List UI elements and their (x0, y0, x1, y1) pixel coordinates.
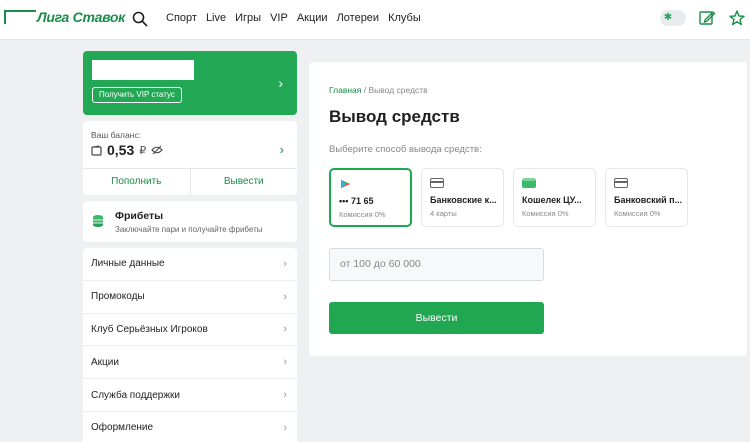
balance-label: Ваш баланс: (91, 130, 141, 140)
menu-item-support[interactable]: Служба поддержки › (83, 379, 297, 412)
breadcrumb-home[interactable]: Главная (329, 85, 361, 95)
chevron-right-icon: › (283, 290, 287, 303)
menu-item-serious-players-club[interactable]: Клуб Серьёзных Игроков › (83, 314, 297, 347)
deposit-button[interactable]: Пополнить (83, 169, 191, 195)
sun-icon: ✱ (663, 12, 673, 23)
chevron-right-icon: › (283, 323, 287, 336)
get-vip-button[interactable]: Получить VIP статус (92, 87, 182, 103)
menu-item-label: Акции (91, 356, 119, 368)
chevron-right-icon: › (283, 389, 287, 402)
bank-card-icon (614, 178, 628, 188)
withdraw-panel: Главная / Вывод средств Вывод средств Вы… (309, 62, 747, 356)
method-commission: Комиссия 0% (522, 209, 569, 218)
balance-actions: Пополнить Вывести (83, 168, 297, 195)
balance-amount: 0,53 (107, 142, 135, 158)
freebets-coins-icon (93, 215, 103, 227)
header-actions: ✱ (660, 9, 746, 27)
balance-row: 0,53 ₽ (91, 142, 163, 158)
method-name: Кошелек ЦУ... (522, 195, 582, 205)
balance-chevron-icon[interactable]: › (280, 142, 284, 157)
method-name: Банковский п... (614, 195, 683, 205)
coupon-edit-icon[interactable] (698, 9, 716, 27)
payment-method-bank-cards[interactable]: Банковские к... 4 карты (421, 168, 504, 227)
freebets-card[interactable]: Фрибеты Заключайте пари и получайте фриб… (83, 201, 297, 242)
breadcrumb: Главная / Вывод средств (329, 85, 428, 95)
eye-off-icon[interactable] (151, 145, 163, 155)
payment-methods: ••• 71 65 Комиссия 0% Банковские к... 4 … (329, 168, 688, 227)
payment-method-wallet[interactable]: Кошелек ЦУ... Комиссия 0% (513, 168, 596, 227)
withdraw-submit-button[interactable]: Вывести (329, 302, 544, 334)
user-name-redacted (92, 60, 194, 80)
menu-item-personal-data[interactable]: Личные данные › (83, 248, 297, 281)
menu-item-label: Оформление (91, 422, 154, 434)
chevron-right-icon: › (278, 75, 283, 91)
menu-item-label: Клуб Серьёзных Игроков (91, 323, 208, 335)
menu-item-promocodes[interactable]: Промокоды › (83, 281, 297, 314)
method-hint: Выберите способ вывода средств: (329, 144, 482, 155)
page-title: Вывод средств (329, 107, 460, 126)
search-icon[interactable] (132, 11, 148, 27)
payment-method-card[interactable]: ••• 71 65 Комиссия 0% (329, 168, 412, 227)
method-name: Банковские к... (430, 195, 497, 205)
logo[interactable]: Лига Ставок (4, 9, 125, 25)
bank-card-icon (430, 178, 444, 188)
nav-lotteries[interactable]: Лотереи (337, 12, 380, 24)
nav-sport[interactable]: Спорт (166, 12, 197, 24)
nav-vip[interactable]: VIP (270, 12, 288, 24)
method-commission: Комиссия 0% (339, 210, 386, 219)
menu-item-label: Служба поддержки (91, 389, 181, 401)
star-icon[interactable] (728, 9, 746, 27)
vip-card[interactable]: Получить VIP статус › (83, 51, 297, 115)
menu-item-promotions[interactable]: Акции › (83, 346, 297, 380)
payment-play-icon (341, 179, 351, 189)
top-header: Лига Ставок Спорт Live Игры VIP Акции Ло… (0, 0, 750, 40)
method-sub: 4 карты (430, 209, 457, 218)
wallet-icon (522, 178, 536, 188)
chevron-right-icon: › (283, 356, 287, 369)
balance-currency: ₽ (139, 144, 147, 157)
freebets-subtitle: Заключайте пари и получайте фрибеты (115, 225, 263, 234)
main-nav: Спорт Live Игры VIP Акции Лотереи Клубы (166, 12, 421, 24)
nav-clubs[interactable]: Клубы (388, 12, 421, 24)
nav-live[interactable]: Live (206, 12, 226, 24)
chevron-right-icon: › (283, 421, 287, 434)
chevron-right-icon: › (283, 257, 287, 270)
withdraw-button[interactable]: Вывести (191, 169, 298, 195)
menu-item-label: Промокоды (91, 291, 145, 303)
payment-method-bank-transfer[interactable]: Банковский п... Комиссия 0% (605, 168, 688, 227)
breadcrumb-separator: / (363, 85, 367, 95)
freebets-title: Фрибеты (115, 210, 164, 222)
logo-mark-icon (4, 10, 36, 24)
menu-item-label: Личные данные (91, 258, 165, 270)
nav-promos[interactable]: Акции (297, 12, 328, 24)
amount-input[interactable]: от 100 до 60 000 (329, 248, 544, 281)
method-name: ••• 71 65 (339, 196, 374, 206)
nav-games[interactable]: Игры (235, 12, 261, 24)
balance-card: Ваш баланс: 0,53 ₽ › Пополнить Вывести (83, 121, 297, 195)
breadcrumb-current: Вывод средств (368, 85, 428, 95)
menu-item-appearance[interactable]: Оформление › (83, 412, 297, 442)
method-commission: Комиссия 0% (614, 209, 661, 218)
wallet-icon (91, 144, 102, 156)
theme-toggle[interactable]: ✱ (660, 10, 686, 26)
account-menu: Личные данные › Промокоды › Клуб Серьёзн… (83, 248, 297, 442)
logo-text: Лига Ставок (37, 9, 125, 25)
